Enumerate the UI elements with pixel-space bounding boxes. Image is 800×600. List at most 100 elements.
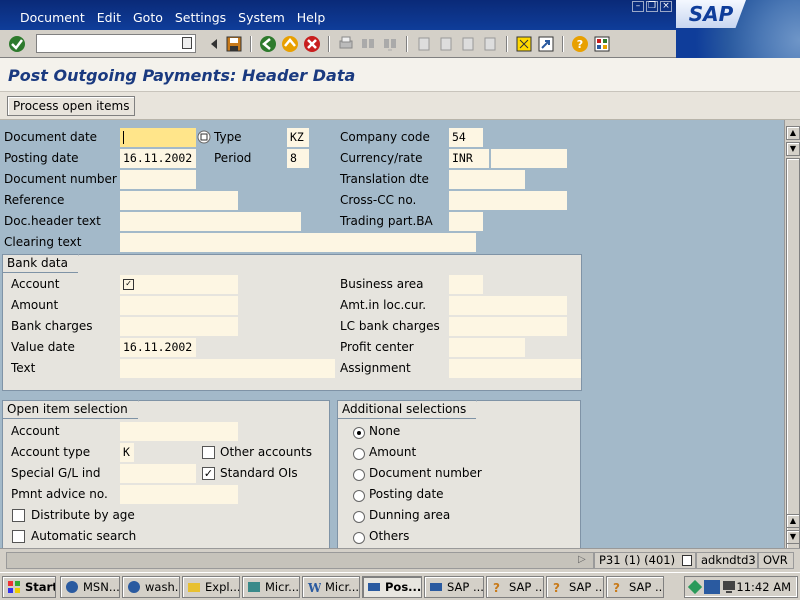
- scroll-up-icon[interactable]: ▲: [786, 126, 800, 140]
- special-gl-field[interactable]: [120, 464, 196, 483]
- doc-header-text-field[interactable]: [120, 212, 301, 231]
- text-field[interactable]: [120, 359, 335, 378]
- cancel-icon[interactable]: [303, 35, 321, 53]
- find-icon[interactable]: [359, 35, 377, 53]
- taskbar-item-micr-2[interactable]: W Micr...: [302, 576, 360, 598]
- command-history-icon[interactable]: [182, 37, 192, 49]
- value-date-field[interactable]: 16.11.2002: [120, 338, 196, 357]
- system-tray: 11:42 AM: [684, 576, 798, 598]
- bank-account-field[interactable]: ✓: [120, 275, 238, 294]
- standard-ois-checkbox[interactable]: ✓: [202, 467, 215, 480]
- taskbar-item-post[interactable]: Pos...: [362, 576, 422, 598]
- radio-amount[interactable]: [353, 448, 365, 460]
- exchange-rate-field[interactable]: [491, 149, 567, 168]
- account-type-field[interactable]: K: [120, 443, 134, 462]
- taskbar-item-micr-1[interactable]: Micr...: [242, 576, 300, 598]
- amount-field[interactable]: [120, 296, 238, 315]
- cross-cc-field[interactable]: [449, 191, 567, 210]
- minimize-icon[interactable]: –: [632, 1, 644, 12]
- reference-field[interactable]: [120, 191, 238, 210]
- display-icon[interactable]: [722, 580, 736, 594]
- scroll-down-icon[interactable]: ▼: [786, 530, 800, 544]
- process-open-items-button[interactable]: Process open items: [7, 96, 136, 116]
- find-next-icon[interactable]: [381, 35, 399, 53]
- other-accounts-checkbox[interactable]: [202, 446, 215, 459]
- menu-edit[interactable]: Edit: [91, 10, 127, 25]
- oi-account-field[interactable]: [120, 422, 238, 441]
- last-page-icon[interactable]: [481, 35, 499, 53]
- company-code-field[interactable]: 54: [449, 128, 483, 147]
- radio-posting-date[interactable]: [353, 490, 365, 502]
- back-icon[interactable]: [259, 35, 277, 53]
- menu-system[interactable]: System: [232, 10, 291, 25]
- sap-logon-icon[interactable]: [704, 580, 720, 594]
- scroll-page-down-icon[interactable]: ▲: [786, 514, 800, 528]
- radio-dunning-area[interactable]: [353, 511, 365, 523]
- lc-bank-charges-field[interactable]: [449, 317, 567, 336]
- assignment-field[interactable]: [449, 359, 581, 378]
- clearing-text-label: Clearing text: [4, 235, 82, 249]
- start-button[interactable]: Start: [2, 576, 56, 598]
- radio-others[interactable]: [353, 532, 365, 544]
- distribute-by-age-checkbox[interactable]: [12, 509, 25, 522]
- scrollbar-thumb[interactable]: [786, 158, 800, 558]
- automatic-search-checkbox[interactable]: [12, 530, 25, 543]
- taskbar-item-sap-3[interactable]: ? SAP ...: [546, 576, 604, 598]
- date-help-icon[interactable]: [197, 130, 211, 144]
- document-number-field[interactable]: [120, 170, 196, 189]
- profit-center-field[interactable]: [449, 338, 525, 357]
- document-date-field[interactable]: [120, 128, 196, 147]
- exit-icon[interactable]: [281, 35, 299, 53]
- restore-icon[interactable]: ❐: [646, 1, 658, 12]
- previous-page-icon[interactable]: [437, 35, 455, 53]
- collapse-arrow-icon[interactable]: [205, 35, 223, 53]
- menu-goto[interactable]: Goto: [127, 10, 169, 25]
- network-icon[interactable]: [688, 580, 702, 594]
- standard-toolbar: ?: [0, 30, 676, 58]
- enter-icon[interactable]: [8, 35, 26, 53]
- clearing-text-field[interactable]: [120, 233, 476, 252]
- taskbar-item-sap-1[interactable]: SAP ...: [424, 576, 484, 598]
- command-field[interactable]: [36, 34, 196, 53]
- amt-loc-cur-field[interactable]: [449, 296, 567, 315]
- profit-center-label: Profit center: [340, 340, 414, 354]
- radio-none[interactable]: [353, 427, 365, 439]
- menu-document[interactable]: Document: [0, 10, 91, 25]
- taskbar-item-wash[interactable]: wash...: [122, 576, 180, 598]
- scroll-page-up-icon[interactable]: ▼: [786, 142, 800, 156]
- help-icon[interactable]: ?: [571, 35, 589, 53]
- posting-date-field[interactable]: 16.11.2002: [120, 149, 196, 168]
- shortcut-icon[interactable]: [537, 35, 555, 53]
- trading-part-field[interactable]: [449, 212, 483, 231]
- business-area-field[interactable]: [449, 275, 483, 294]
- translation-date-label: Translation dte: [340, 172, 429, 186]
- radio-document-number[interactable]: [353, 469, 365, 481]
- bank-charges-field[interactable]: [120, 317, 238, 336]
- menu-settings[interactable]: Settings: [169, 10, 232, 25]
- first-page-icon[interactable]: [415, 35, 433, 53]
- bank-data-group: Bank data Account ✓ Business area Amount…: [2, 254, 582, 391]
- pmnt-advice-field[interactable]: [120, 485, 238, 504]
- taskbar-item-msn[interactable]: MSN...: [60, 576, 120, 598]
- taskbar-item-explorer[interactable]: Expl...: [182, 576, 240, 598]
- create-session-icon[interactable]: [515, 35, 533, 53]
- vertical-scrollbar[interactable]: ▲ ▼ ▲ ▼: [784, 120, 800, 558]
- save-icon[interactable]: [225, 35, 243, 53]
- clock[interactable]: 11:42 AM: [736, 577, 791, 597]
- session-list-icon[interactable]: [682, 555, 692, 566]
- period-field[interactable]: 8: [287, 149, 309, 168]
- translation-date-field[interactable]: [449, 170, 525, 189]
- print-icon[interactable]: [337, 35, 355, 53]
- insert-mode[interactable]: OVR: [758, 552, 794, 569]
- currency-field[interactable]: INR: [449, 149, 489, 168]
- next-page-icon[interactable]: [459, 35, 477, 53]
- taskbar-item-sap-2[interactable]: ? SAP ...: [486, 576, 544, 598]
- layout-menu-icon[interactable]: [593, 35, 611, 53]
- status-expand-icon[interactable]: ▷: [578, 554, 586, 565]
- type-field[interactable]: KZ: [287, 128, 309, 147]
- close-icon[interactable]: ×: [660, 1, 672, 12]
- posting-date-label: Posting date: [4, 151, 79, 165]
- taskbar-item-sap-4[interactable]: ? SAP ...: [606, 576, 664, 598]
- taskbar-item-label: Micr...: [265, 580, 300, 594]
- menu-help[interactable]: Help: [291, 10, 332, 25]
